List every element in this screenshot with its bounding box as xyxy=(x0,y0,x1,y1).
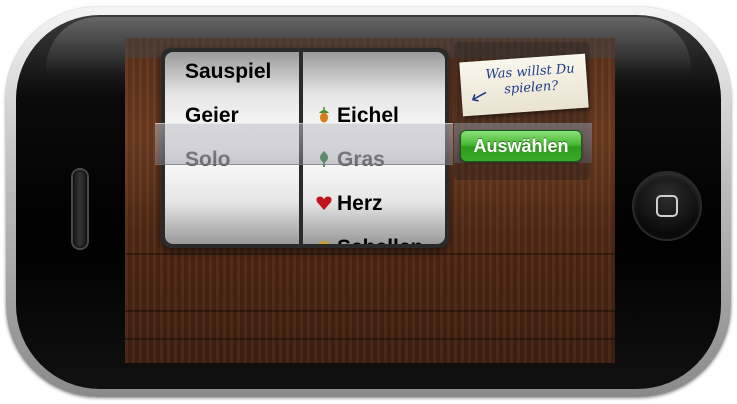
wood-plank-seam xyxy=(125,253,615,255)
game-option[interactable]: Sauspiel xyxy=(165,52,299,94)
suit-option[interactable]: Herz xyxy=(303,182,445,226)
picker-selection-indicator xyxy=(155,123,453,165)
suit-option[interactable]: Schellen xyxy=(303,226,445,244)
home-button-icon xyxy=(656,195,678,217)
wood-plank-seam xyxy=(125,310,615,312)
suit-option-label: Schellen xyxy=(337,226,423,244)
hint-note: Was willst Du spielen? xyxy=(459,53,589,117)
bell-icon xyxy=(318,241,330,244)
suit-option-label: Herz xyxy=(337,192,383,215)
home-button[interactable] xyxy=(634,173,700,239)
acorn-icon xyxy=(319,107,329,123)
app-screen: Sauspiel Geier Solo Eichel Gras xyxy=(125,38,615,363)
hint-note-text: Was willst Du spielen? xyxy=(478,61,584,100)
speaker-grille xyxy=(73,170,87,248)
game-option[interactable] xyxy=(165,182,299,226)
heart-icon xyxy=(316,196,332,210)
game-option-label: Sauspiel xyxy=(185,60,272,83)
select-button[interactable]: Auswählen xyxy=(460,130,582,162)
wood-plank-seam xyxy=(125,338,615,340)
